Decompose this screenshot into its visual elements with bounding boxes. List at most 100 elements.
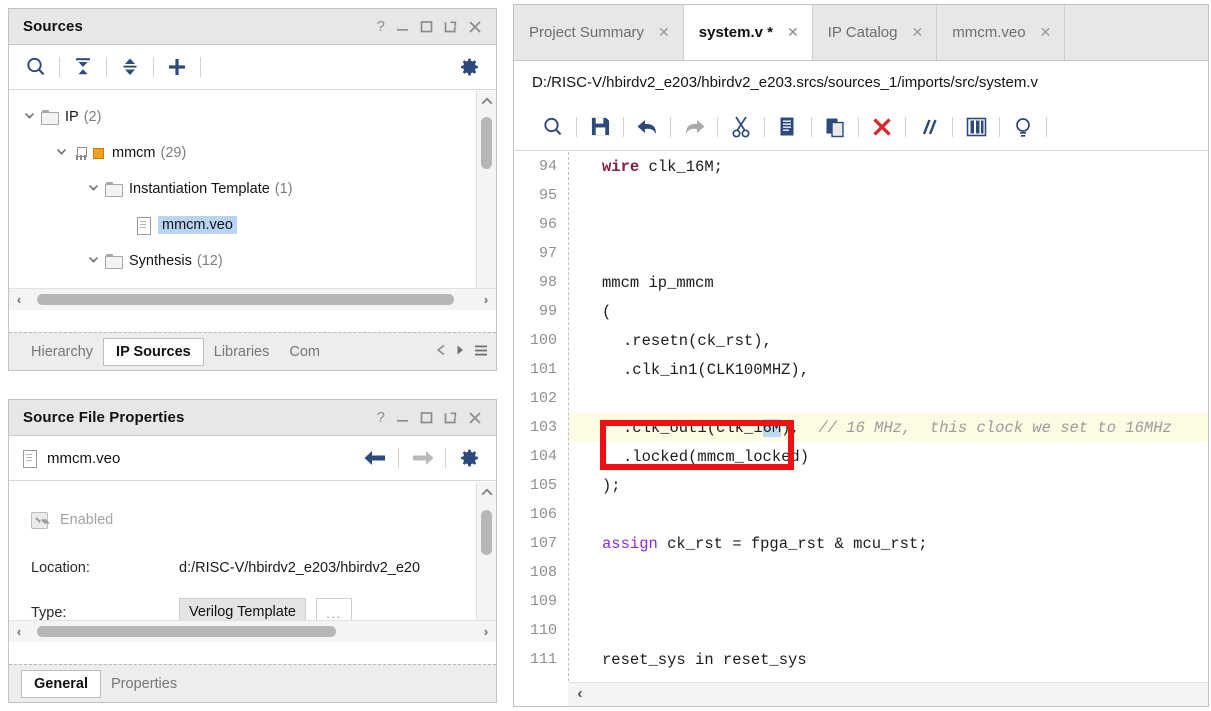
column-select-icon[interactable] — [959, 110, 993, 144]
scroll-right-arrow-icon[interactable]: › — [476, 292, 496, 307]
tab-menu-icon[interactable] — [474, 344, 488, 360]
code-editor[interactable]: 94 wire clk_16M; 95 96 97 98 mmcm ip_mmc… — [514, 152, 1208, 706]
property-row-enabled[interactable]: Enabled — [9, 496, 475, 544]
line-content[interactable]: wire clk_16M; — [568, 152, 1208, 181]
tab-compile-order[interactable]: Com — [279, 340, 330, 364]
chevron-down-icon[interactable] — [55, 145, 73, 162]
maximize-icon[interactable] — [420, 411, 433, 424]
bulb-icon[interactable] — [1006, 110, 1040, 144]
scrollbar-track[interactable] — [477, 502, 496, 622]
line-content[interactable] — [568, 616, 1208, 645]
code-line[interactable]: 100 .resetn(ck_rst), — [514, 326, 1208, 355]
line-content[interactable] — [568, 558, 1208, 587]
chevron-down-icon[interactable] — [87, 253, 105, 270]
tree-item-synthesis[interactable]: Synthesis (12) — [9, 243, 475, 279]
scrollbar-thumb[interactable] — [37, 294, 454, 305]
scroll-up-arrow-icon[interactable] — [477, 91, 497, 111]
scroll-left-arrow-icon[interactable]: ‹ — [9, 624, 29, 639]
line-content[interactable] — [568, 239, 1208, 268]
code-line[interactable]: 111 reset_sys in reset_sys — [514, 645, 1208, 674]
line-content[interactable] — [568, 210, 1208, 239]
scrollbar-track[interactable] — [29, 621, 476, 642]
close-icon[interactable]: ✕ — [787, 24, 799, 41]
code-line[interactable]: 107 assign ck_rst = fpga_rst & mcu_rst; — [514, 529, 1208, 558]
find-icon[interactable] — [536, 110, 570, 144]
float-icon[interactable] — [444, 20, 457, 33]
tree-item-mmcm-veo[interactable]: mmcm.veo — [9, 207, 475, 243]
settings-gear-icon[interactable] — [452, 50, 486, 84]
properties-horizontal-scrollbar[interactable]: ‹ › — [9, 620, 496, 642]
line-content[interactable]: .locked(mmcm_locked) — [568, 442, 1208, 471]
line-content[interactable]: reset_sys in reset_sys — [568, 645, 1208, 674]
tab-project-summary[interactable]: Project Summary ✕ — [514, 5, 684, 60]
close-icon[interactable] — [468, 411, 482, 425]
chevron-down-icon[interactable] — [23, 109, 41, 126]
tab-hierarchy[interactable]: Hierarchy — [21, 340, 103, 364]
code-line[interactable]: 102 — [514, 384, 1208, 413]
code-line[interactable]: 105 ); — [514, 471, 1208, 500]
close-icon[interactable]: ✕ — [1040, 24, 1052, 41]
minimize-icon[interactable] — [396, 20, 409, 33]
float-icon[interactable] — [444, 411, 457, 424]
tab-general[interactable]: General — [21, 669, 101, 698]
chevron-down-icon[interactable] — [87, 181, 105, 198]
line-content[interactable]: mmcm ip_mmcm — [568, 268, 1208, 297]
code-token-selected[interactable]: 6M — [762, 418, 782, 437]
tree-item-mmcm[interactable]: mmcm (29) — [9, 135, 475, 171]
line-content[interactable]: .clk_out1(clk_16M), // 16 MHz, this cloc… — [568, 413, 1208, 442]
code-line[interactable]: 97 — [514, 239, 1208, 268]
tab-system-v[interactable]: system.v * ✕ — [683, 5, 813, 60]
undo-icon[interactable] — [630, 110, 664, 144]
line-content[interactable]: assign ck_rst = fpga_rst & mcu_rst; — [568, 529, 1208, 558]
collapse-all-icon[interactable] — [66, 50, 100, 84]
code-line[interactable]: 108 — [514, 558, 1208, 587]
line-content[interactable]: ( — [568, 297, 1208, 326]
code-line[interactable]: 96 — [514, 210, 1208, 239]
close-icon[interactable]: ✕ — [658, 24, 670, 41]
code-line[interactable]: 94 wire clk_16M; — [514, 152, 1208, 181]
expand-all-icon[interactable] — [113, 50, 147, 84]
minimize-icon[interactable] — [396, 411, 409, 424]
back-arrow-icon[interactable] — [358, 441, 392, 475]
save-icon[interactable] — [583, 110, 617, 144]
line-content[interactable]: .clk_in1(CLK100MHZ), — [568, 355, 1208, 384]
code-line[interactable]: 106 — [514, 500, 1208, 529]
maximize-icon[interactable] — [420, 20, 433, 33]
next-arrow-icon[interactable] — [455, 344, 465, 359]
paste-icon[interactable] — [818, 110, 852, 144]
tab-ip-catalog[interactable]: IP Catalog ✕ — [813, 5, 938, 60]
scroll-right-arrow-icon[interactable]: › — [476, 624, 496, 639]
scroll-left-arrow-icon[interactable]: ‹ — [568, 686, 592, 703]
code-line[interactable]: 104 .locked(mmcm_locked) — [514, 442, 1208, 471]
code-horizontal-scrollbar[interactable]: ‹ — [568, 682, 1208, 706]
scroll-left-arrow-icon[interactable]: ‹ — [9, 292, 29, 307]
line-content[interactable] — [568, 500, 1208, 529]
comment-icon[interactable] — [912, 110, 946, 144]
tab-ip-sources[interactable]: IP Sources — [103, 337, 204, 366]
scroll-up-arrow-icon[interactable] — [477, 482, 497, 502]
line-content[interactable]: ); — [568, 471, 1208, 500]
sources-vertical-scrollbar[interactable] — [476, 91, 496, 310]
help-icon[interactable]: ? — [377, 19, 385, 34]
line-content[interactable] — [568, 587, 1208, 616]
sources-horizontal-scrollbar[interactable]: ‹ › — [9, 288, 496, 310]
scrollbar-track[interactable] — [477, 111, 496, 290]
scrollbar-thumb[interactable] — [481, 117, 492, 169]
delete-icon[interactable] — [865, 110, 899, 144]
settings-gear-icon[interactable] — [452, 441, 486, 475]
tree-item-instantiation-template[interactable]: Instantiation Template (1) — [9, 171, 475, 207]
scrollbar-track[interactable] — [29, 289, 476, 310]
line-content[interactable] — [568, 181, 1208, 210]
code-line[interactable]: 101 .clk_in1(CLK100MHZ), — [514, 355, 1208, 384]
code-line[interactable]: 109 — [514, 587, 1208, 616]
properties-vertical-scrollbar[interactable] — [476, 482, 496, 642]
add-sources-icon[interactable] — [160, 50, 194, 84]
scrollbar-thumb[interactable] — [37, 626, 336, 637]
tab-properties[interactable]: Properties — [101, 672, 187, 696]
search-icon[interactable] — [19, 50, 53, 84]
close-icon[interactable] — [468, 20, 482, 34]
code-line[interactable]: 98 mmcm ip_mmcm — [514, 268, 1208, 297]
help-icon[interactable]: ? — [377, 410, 385, 425]
line-content[interactable]: .resetn(ck_rst), — [568, 326, 1208, 355]
tab-libraries[interactable]: Libraries — [204, 340, 280, 364]
